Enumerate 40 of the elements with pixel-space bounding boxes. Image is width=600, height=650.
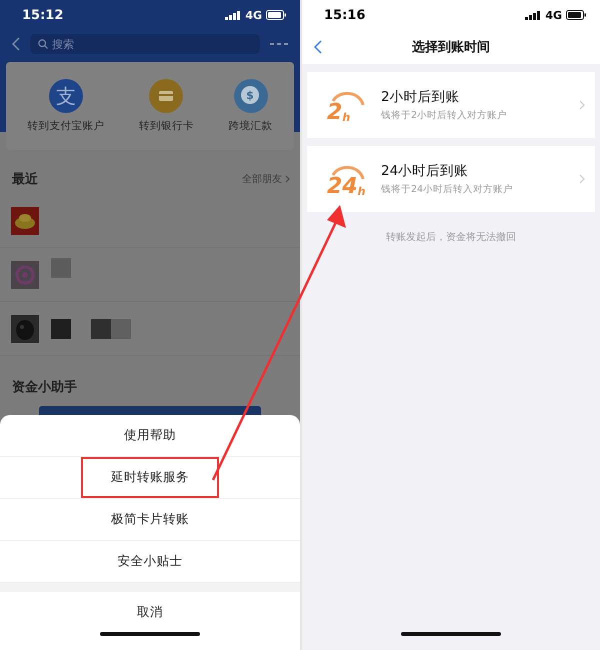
search-icon <box>38 39 48 49</box>
transfer-option[interactable]: 转到支付宝账户 <box>27 119 104 133</box>
section-title: 最近 <box>12 171 38 188</box>
back-icon[interactable] <box>12 37 20 51</box>
redacted-name <box>51 318 71 338</box>
menu-item[interactable]: 使用帮助 <box>94 415 206 456</box>
section-title: 资金小助手 <box>11 378 78 397</box>
transfer-option[interactable]: 跨境汇款 <box>228 119 273 133</box>
option-subtitle: 钱将于24小时后转入对方账户 <box>381 183 514 196</box>
menu-item[interactable]: 延时转账服务 <box>81 457 219 498</box>
chevron-icon <box>285 175 290 183</box>
warning-note: 转账发起后，资金将无法撤回 <box>385 230 517 244</box>
option-title: 2小时后到账 <box>381 88 461 106</box>
chevron-icon <box>579 100 585 110</box>
signal-icon <box>225 10 242 20</box>
remittance-icon: $ <box>234 79 268 113</box>
hours-logo: 2h <box>327 85 367 125</box>
status-time: 15:16 <box>324 8 366 22</box>
search-field[interactable]: 搜索 <box>30 34 260 54</box>
battery-icon <box>266 10 286 20</box>
network-label: 4G <box>545 8 562 22</box>
status-time: 15:12 <box>22 8 64 22</box>
redacted-name <box>51 258 71 278</box>
arrival-option[interactable]: 2h 2小时后到账 钱将于2小时后转入对方账户 <box>307 72 595 138</box>
redacted-name <box>91 318 131 338</box>
network-label: 4G <box>245 8 262 22</box>
menu-item[interactable]: 极简卡片转账 <box>81 499 219 540</box>
transfer-option[interactable]: 转到银行卡 <box>138 119 194 133</box>
alipay-icon: 支 <box>48 79 83 113</box>
chevron-icon <box>579 174 585 184</box>
back-icon[interactable] <box>314 40 322 54</box>
option-title: 24小时后到账 <box>381 162 470 180</box>
hours-logo: 24h <box>327 159 367 199</box>
page-title: 选择到账时间 <box>412 39 490 56</box>
menu-item[interactable]: 安全小贴士 <box>88 541 212 582</box>
option-subtitle: 钱将于2小时后转入对方账户 <box>381 109 508 122</box>
signal-icon <box>525 10 542 20</box>
arrival-option[interactable]: 24h 24小时后到账 钱将于24小时后转入对方账户 <box>307 146 595 212</box>
bank-card-icon <box>149 79 184 113</box>
battery-icon <box>566 10 586 20</box>
